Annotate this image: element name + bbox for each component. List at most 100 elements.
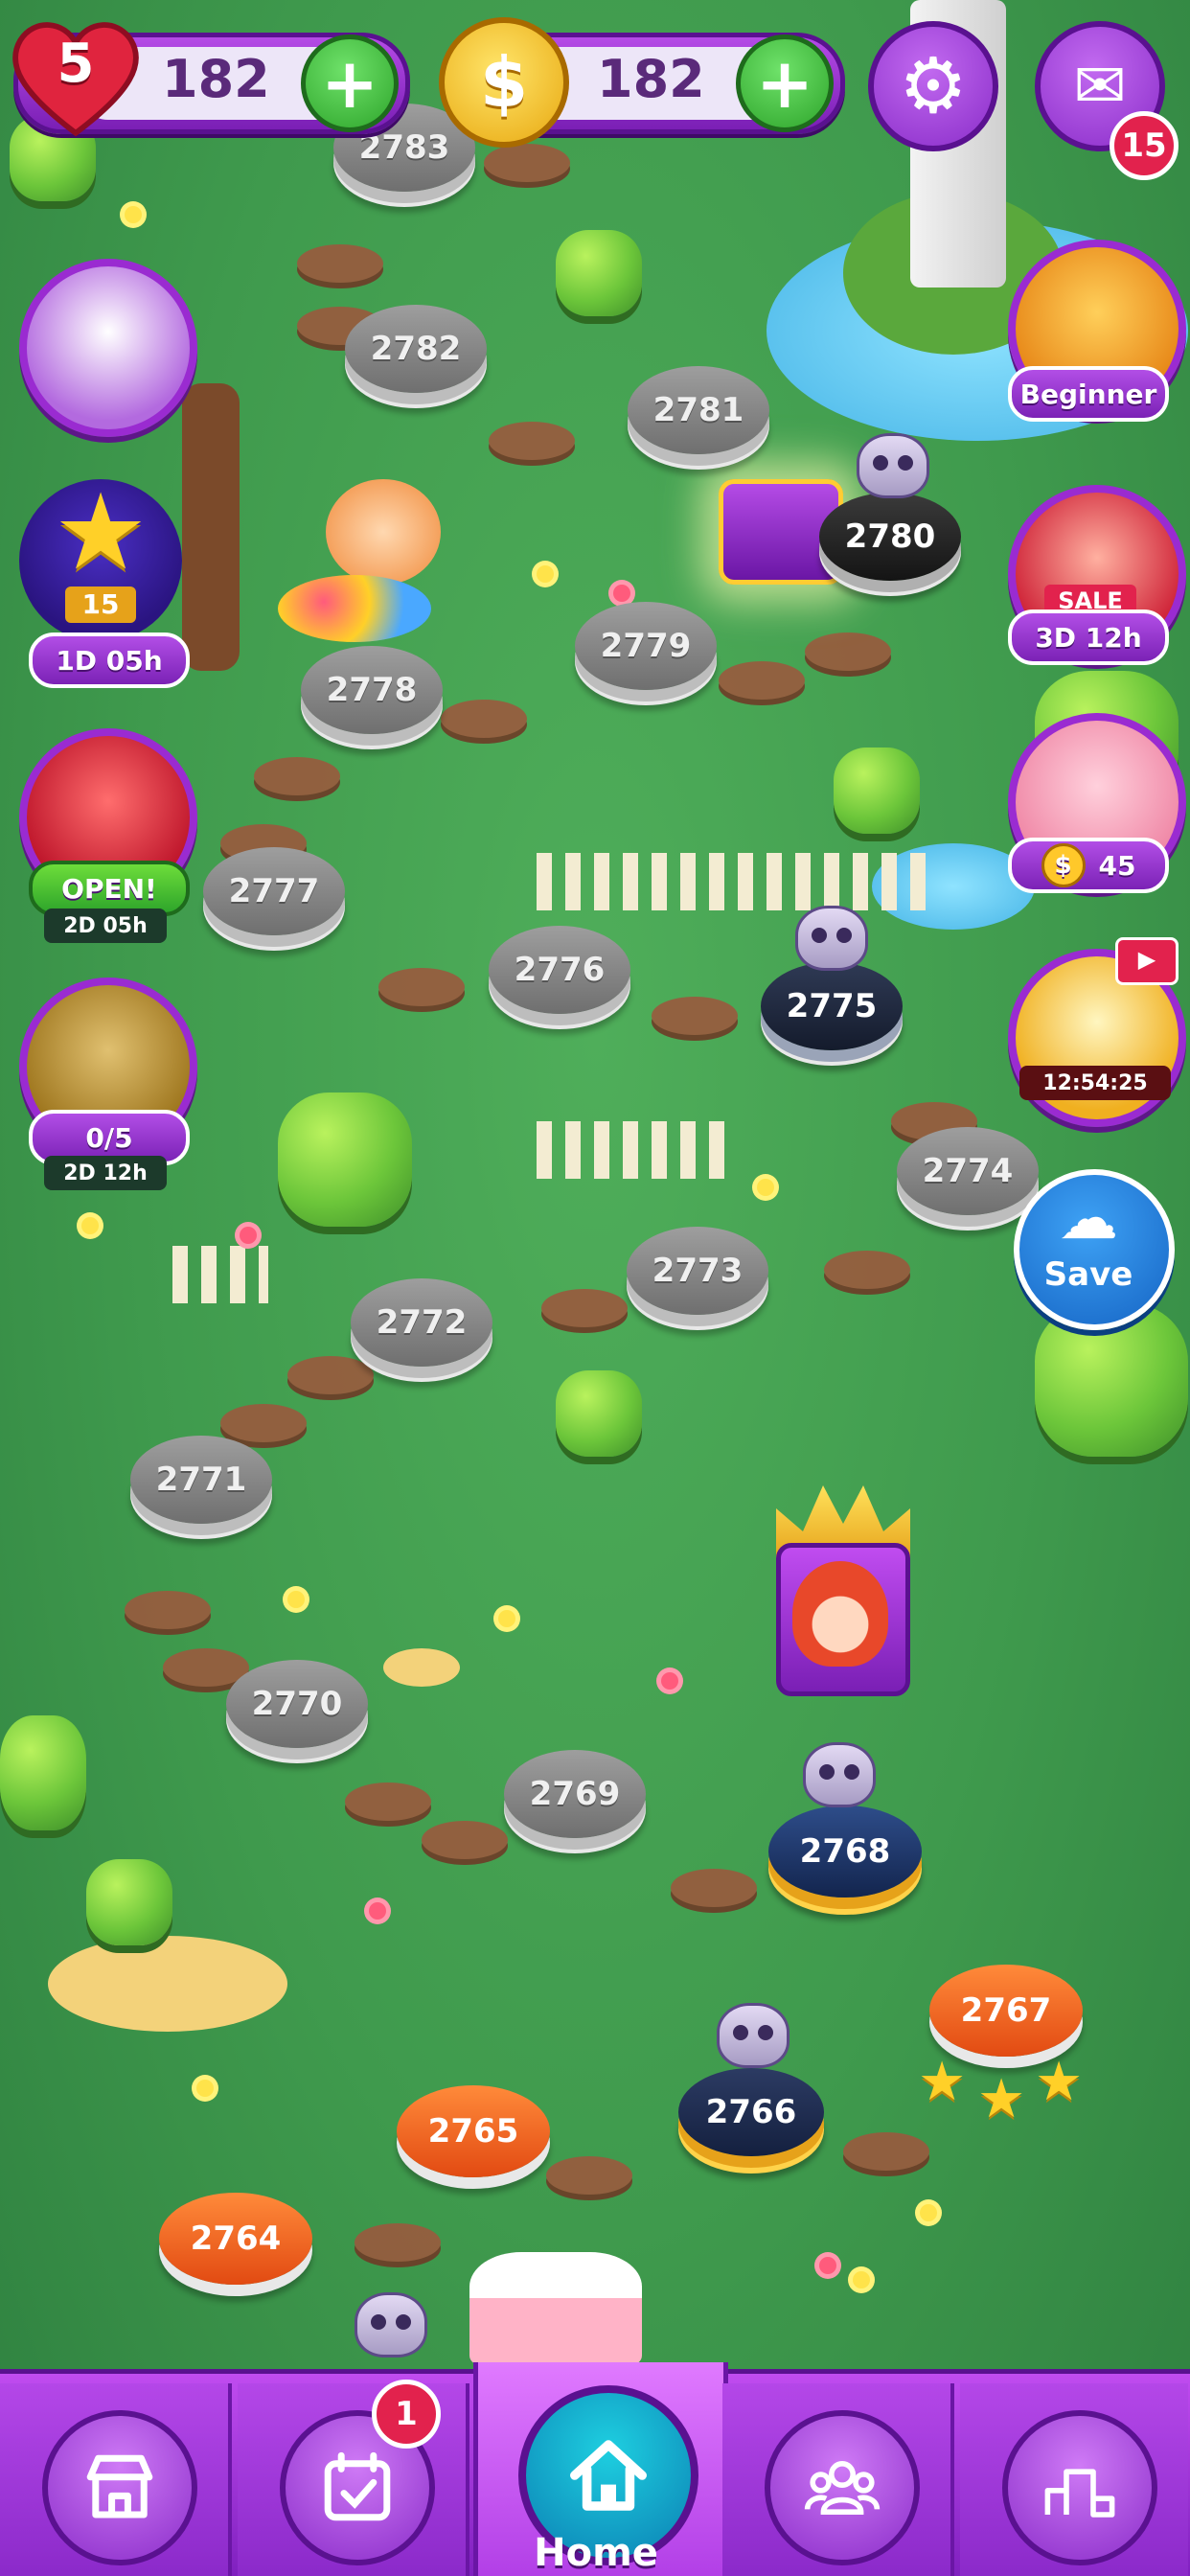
flower: [369, 1902, 386, 1920]
star-event-timer: 1D 05h: [29, 632, 190, 688]
flower: [240, 1227, 257, 1244]
path-stone: [254, 757, 340, 795]
path-stone: [546, 2156, 632, 2195]
play-video-icon: ▶: [1115, 937, 1179, 985]
level-node[interactable]: 2776: [489, 926, 630, 1014]
sand-patch: [48, 1936, 287, 2032]
level-node[interactable]: 2766: [678, 2068, 824, 2156]
flower: [125, 206, 142, 223]
flower: [661, 1672, 678, 1690]
podium-icon: [1002, 2410, 1157, 2565]
hard-level-skull-icon: [795, 906, 868, 971]
level-node[interactable]: 2765: [397, 2085, 550, 2177]
level-node[interactable]: 2770: [226, 1660, 368, 1748]
coin-icon: $: [439, 17, 569, 148]
level-node[interactable]: 2772: [351, 1278, 492, 1367]
level-node[interactable]: 2780: [819, 493, 961, 581]
shop-icon: [42, 2410, 197, 2565]
pass-timer: 2D 12h: [44, 1156, 167, 1190]
chest-timer: 2D 05h: [44, 908, 167, 943]
tab-leaderboard[interactable]: [960, 2383, 1188, 2576]
hard-level-skull-icon: [717, 2003, 790, 2068]
tab-shop[interactable]: [0, 2383, 232, 2576]
level-node[interactable]: 2767: [929, 1965, 1083, 2057]
tab-daily[interactable]: 1: [238, 2380, 469, 2576]
level-node[interactable]: 2774: [897, 1127, 1039, 1215]
beginner-label: Beginner: [1008, 366, 1169, 422]
tree: [0, 1715, 86, 1830]
level-node[interactable]: 2769: [504, 1750, 646, 1838]
tree: [556, 1370, 642, 1457]
daily-badge: 1: [372, 2380, 441, 2449]
video-reward-button[interactable]: ▶: [1008, 937, 1186, 1127]
flower: [287, 1591, 305, 1608]
path-stone: [378, 968, 465, 1006]
level-node[interactable]: 2781: [628, 366, 769, 454]
piggy-coins: $ 45: [1008, 838, 1169, 893]
tab-home[interactable]: Home: [473, 2362, 728, 2576]
cloud-save-button[interactable]: ☁ Save: [1014, 1169, 1175, 1330]
path-stone: [287, 1356, 374, 1394]
lives-count: 182: [162, 48, 270, 109]
path-stone: [220, 1404, 307, 1442]
level-node[interactable]: 2775: [761, 962, 903, 1050]
path-stone: [125, 1591, 211, 1629]
star-icon: ★: [977, 2068, 1026, 2130]
path-stone: [489, 422, 575, 460]
coins-count: 182: [597, 48, 705, 109]
flower: [498, 1610, 515, 1627]
tree: [834, 748, 920, 834]
level-node[interactable]: 2782: [345, 305, 487, 393]
coin-icon: $: [1041, 843, 1086, 887]
settings-button[interactable]: ⚙: [868, 21, 998, 151]
hard-level-skull-icon: [857, 433, 929, 498]
path-stone: [541, 1289, 628, 1327]
level-node[interactable]: 2779: [575, 602, 717, 690]
path-stone: [441, 700, 527, 738]
level-node[interactable]: 2773: [627, 1227, 768, 1315]
piggy-coins-value: 45: [1098, 849, 1136, 882]
candy-bag-event-button[interactable]: [19, 259, 197, 437]
candy-tree: [182, 383, 240, 671]
path-stone: [843, 2132, 929, 2171]
level-node[interactable]: 2764: [159, 2193, 312, 2285]
player-avatar[interactable]: [757, 1485, 920, 1744]
hard-level-skull-icon: [355, 2292, 427, 2358]
level-node[interactable]: 2777: [203, 847, 345, 935]
sand-patch-small: [383, 1648, 460, 1687]
home-label: Home: [534, 2531, 658, 2575]
tree: [86, 1859, 172, 1945]
path-stone: [355, 2223, 441, 2262]
flower: [757, 1179, 774, 1196]
tab-team[interactable]: [722, 2383, 954, 2576]
add-lives-button[interactable]: +: [301, 34, 399, 132]
flower: [613, 585, 630, 602]
flower: [81, 1217, 99, 1234]
level-node-current[interactable]: 2768: [768, 1806, 922, 1898]
fence: [537, 853, 939, 910]
flower: [819, 2257, 836, 2274]
lives-number: 5: [57, 33, 95, 95]
tree: [556, 230, 642, 316]
add-coins-button[interactable]: +: [736, 34, 834, 132]
level-node[interactable]: 2778: [301, 646, 443, 734]
gear-icon: ⚙: [899, 41, 968, 130]
flower: [853, 2271, 870, 2288]
level-node[interactable]: 2771: [130, 1436, 272, 1524]
flower: [196, 2080, 214, 2097]
video-timer: 12:54:25: [1019, 1066, 1171, 1100]
tree: [278, 1092, 412, 1227]
cake-decoration: [469, 2252, 642, 2367]
princess-face: [792, 1561, 888, 1667]
path-stone: [345, 1782, 431, 1821]
candy-pile: [278, 575, 431, 642]
star-event-button[interactable]: ★ 15: [19, 479, 182, 642]
cloud-upload-icon: ☁: [1059, 1183, 1118, 1253]
flower: [537, 565, 554, 583]
path-stone: [824, 1251, 910, 1289]
star-icon: ★: [918, 2051, 967, 2113]
path-stone: [422, 1821, 508, 1859]
path-stone: [484, 144, 570, 182]
path-stone: [719, 661, 805, 700]
save-label: Save: [1043, 1255, 1133, 1294]
